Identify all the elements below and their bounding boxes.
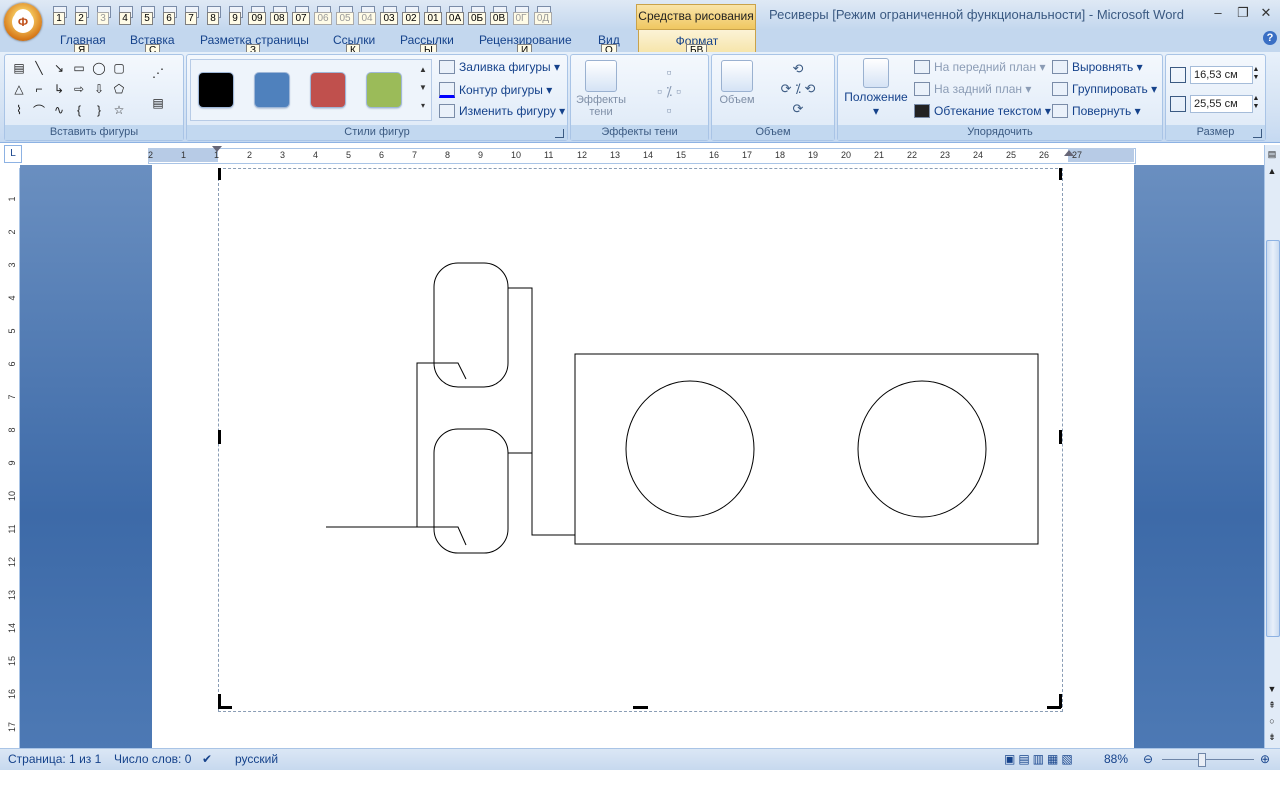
zoom-slider-thumb[interactable] <box>1198 753 1206 767</box>
next-page-icon[interactable]: ⇟ <box>1266 732 1278 743</box>
scroll-up-icon[interactable]: ▲ <box>1266 166 1278 176</box>
taskbar-strip <box>0 770 1280 800</box>
scroll-down-icon[interactable]: ▼ <box>1266 684 1278 694</box>
zoom-level[interactable]: 88% <box>1104 752 1128 766</box>
browse-object-icon[interactable]: ○ <box>1266 716 1278 726</box>
inlet-pipe-upper[interactable] <box>416 362 467 527</box>
office-button-keytip: Ф <box>12 11 34 33</box>
scrollbar-thumb[interactable] <box>1266 240 1280 637</box>
view-buttons[interactable]: ▣▤▥▦▧ <box>1004 752 1076 766</box>
page-count[interactable]: Страница: 1 из 1 <box>8 752 101 766</box>
zoom-in-icon[interactable]: ⊕ <box>1260 752 1270 766</box>
zoom-slider[interactable] <box>1162 759 1254 760</box>
zoom-out-icon[interactable]: ⊖ <box>1143 752 1153 766</box>
status-bar <box>0 748 1280 771</box>
language-indicator[interactable]: русский <box>235 752 278 766</box>
prev-page-icon[interactable]: ⇞ <box>1266 700 1278 711</box>
wheel-right[interactable] <box>857 380 987 518</box>
outlet-pipe[interactable] <box>508 287 575 536</box>
proofing-icon[interactable]: ✔ <box>202 752 212 766</box>
word-count[interactable]: Число слов: 0 <box>114 752 191 766</box>
inlet-pipe-lower[interactable] <box>326 526 467 546</box>
receiver-upper[interactable] <box>433 262 509 388</box>
office-button[interactable]: Ф <box>4 3 42 41</box>
ruler-toggle-icon[interactable]: ▤ <box>1266 149 1278 160</box>
wheel-left[interactable] <box>625 380 755 518</box>
receiver-diagram <box>326 262 1039 554</box>
compressor-unit[interactable] <box>574 353 1039 545</box>
receiver-lower[interactable] <box>433 428 509 554</box>
